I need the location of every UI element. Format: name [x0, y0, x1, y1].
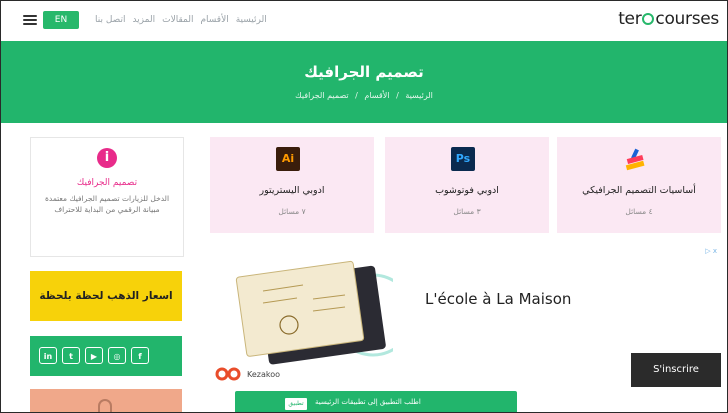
ad-cta-button[interactable]: S'inscrire — [631, 353, 721, 387]
site-logo[interactable]: ter courses — [618, 9, 719, 29]
logo-text-right: courses — [655, 9, 719, 29]
app-install-button[interactable]: تطبيق — [285, 398, 307, 410]
info-icon: i — [97, 148, 117, 168]
course-card-graphic-basics[interactable]: أساسيات التصميم الجرافيكي ٤ مسائل — [557, 137, 721, 233]
top-bar: EN الرئيسية الأقسام المقالات المزيد اتصل… — [1, 1, 727, 41]
nav-item[interactable]: الأقسام — [200, 15, 228, 25]
gold-prices-banner[interactable]: اسعار الذهب لحظة بلحظة — [30, 271, 182, 321]
ad-image — [233, 255, 415, 365]
ad-brand-name: Kezakoo — [247, 369, 281, 379]
course-card-illustrator[interactable]: Ai ادوبي اليستريتور ٧ مسائل — [210, 137, 374, 233]
course-title: ادوبي فوتوشوب — [435, 185, 499, 196]
course-title: ادوبي اليستريتور — [259, 185, 325, 196]
nav-item[interactable]: الرئيسية — [236, 15, 267, 25]
course-title: أساسيات التصميم الجرافيكي — [582, 185, 696, 196]
sidebar-promo-box[interactable] — [30, 389, 182, 412]
category-hero: تصميم الجرافيك الرئيسية / الأقسام / تصمي… — [1, 41, 727, 123]
language-button[interactable]: EN — [43, 11, 79, 29]
kezakoo-logo-icon — [215, 367, 241, 381]
course-count: ٧ مسائل — [278, 207, 306, 216]
page-title: تصميم الجرافيك — [304, 63, 424, 81]
nav-item[interactable]: اتصل بنا — [95, 15, 125, 25]
nav-item[interactable]: المزيد — [132, 15, 155, 25]
course-count: ٤ مسائل — [625, 207, 653, 216]
twitter-icon[interactable]: t — [62, 347, 80, 364]
category-description: الدخل للزيارات تصميم الجرافيك معتمدة مبي… — [44, 194, 170, 214]
ad-brand[interactable]: Kezakoo — [215, 367, 280, 381]
facebook-icon[interactable]: f — [131, 347, 149, 364]
main-nav: الرئيسية الأقسام المقالات المزيد اتصل بن… — [95, 15, 267, 25]
youtube-icon[interactable]: ▶ — [85, 347, 103, 364]
breadcrumb-item[interactable]: الرئيسية — [405, 91, 433, 100]
app-install-banner[interactable]: تطبيق اطلب التطبيق إلى تطبيقات الرئيسية — [235, 391, 517, 412]
breadcrumb-item: تصميم الجرافيك — [295, 91, 349, 100]
page: EN الرئيسية الأقسام المقالات المزيد اتصل… — [0, 0, 728, 413]
category-title: تصميم الجرافيك — [76, 178, 138, 188]
breadcrumb-separator: / — [355, 91, 358, 100]
app-banner-text: اطلب التطبيق إلى تطبيقات الرئيسية — [315, 398, 421, 406]
nav-item[interactable]: المقالات — [162, 15, 193, 25]
course-count: ٣ مسائل — [453, 207, 481, 216]
social-links-box: in t ▶ ◎ f — [30, 336, 182, 376]
hamburger-menu-icon[interactable] — [23, 15, 37, 25]
linkedin-icon[interactable]: in — [39, 347, 57, 364]
advertisement[interactable]: ▷ x L'école à La Maison Kezakoo S'inscri… — [209, 245, 721, 405]
graphic-design-icon — [623, 147, 647, 171]
breadcrumb: الرئيسية / الأقسام / تصميم الجرافيك — [1, 91, 727, 100]
photoshop-icon: Ps — [451, 147, 475, 171]
breadcrumb-separator: / — [396, 91, 399, 100]
logo-text-left: ter — [618, 9, 642, 29]
adchoices-icon[interactable]: ▷ x — [705, 247, 717, 255]
ad-headline: L'école à La Maison — [425, 290, 572, 308]
illustrator-icon: Ai — [276, 147, 300, 171]
category-info-card: i تصميم الجرافيك الدخل للزيارات تصميم ال… — [30, 137, 184, 257]
course-card-photoshop[interactable]: Ps ادوبي فوتوشوب ٣ مسائل — [385, 137, 549, 233]
promo-icon — [98, 399, 112, 412]
logo-circle-icon — [642, 13, 655, 25]
breadcrumb-item[interactable]: الأقسام — [364, 91, 389, 100]
instagram-icon[interactable]: ◎ — [108, 347, 126, 364]
